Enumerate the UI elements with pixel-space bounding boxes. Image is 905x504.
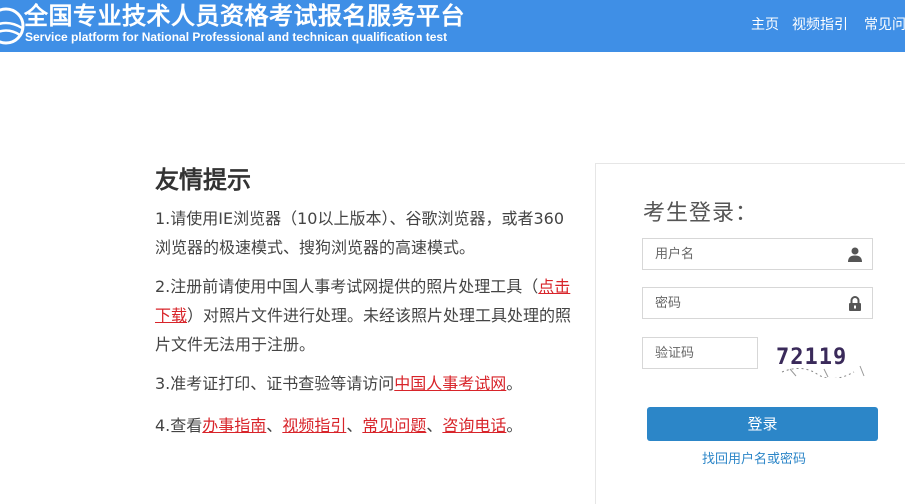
tip-help-end: 。: [506, 416, 523, 435]
login-button[interactable]: 登录: [647, 407, 878, 441]
login-title: 考生登录：: [643, 201, 759, 226]
guide-link[interactable]: 办事指南: [202, 416, 266, 435]
site-subtitle: Service platform for National Profession…: [25, 30, 448, 44]
separator: 、: [426, 416, 443, 435]
separator: 、: [346, 416, 363, 435]
username-field: [642, 238, 873, 270]
recover-account-link[interactable]: 找回用户名或密码: [702, 448, 806, 467]
captcha-field: [642, 337, 758, 369]
captcha-input[interactable]: [643, 338, 757, 368]
tip-help-text-a: 4.查看: [155, 416, 203, 435]
logo-globe-icon: [0, 7, 25, 45]
username-input[interactable]: [643, 239, 872, 269]
cpta-link[interactable]: 中国人事考试网: [394, 374, 506, 393]
tip-admission: 3.准考证打印、证书查验等请访问中国人事考试网。: [155, 369, 575, 398]
nav-faq[interactable]: 常见问: [864, 14, 905, 34]
video-guide-link[interactable]: 视频指引: [282, 416, 346, 435]
tips-title: 友情提示: [155, 166, 251, 194]
tip-admission-text-b: 。: [506, 374, 523, 393]
faq-link[interactable]: 常见问题: [362, 416, 426, 435]
tip-photo-text-b: ）对照片文件进行处理。未经该照片处理工具处理的照片文件无法用于注册。: [155, 306, 572, 354]
nav-video-guide[interactable]: 视频指引: [792, 14, 848, 34]
tip-admission-text-a: 3.准考证打印、证书查验等请访问: [155, 374, 395, 393]
captcha-text: 72119: [776, 345, 847, 370]
tip-help: 4.查看办事指南、视频指引、常见问题、咨询电话。: [155, 411, 575, 440]
captcha-image[interactable]: 72119: [772, 336, 872, 378]
site-title: 全国专业技术人员资格考试报名服务平台: [24, 2, 465, 30]
tip-photo-text-a: 2.注册前请使用中国人事考试网提供的照片处理工具（: [155, 277, 539, 296]
tip-browser-text: 1.请使用IE浏览器（10以上版本）、谷歌浏览器，或者360浏览器的极速模式、搜…: [155, 209, 564, 257]
header-bar: 全国专业技术人员资格考试报名服务平台 Service platform for …: [0, 0, 905, 52]
tip-photo-tool: 2.注册前请使用中国人事考试网提供的照片处理工具（点击下载）对照片文件进行处理。…: [155, 272, 575, 359]
separator: 、: [266, 416, 283, 435]
contact-phone-link[interactable]: 咨询电话: [442, 416, 506, 435]
password-field: [642, 287, 873, 319]
user-icon: [848, 247, 862, 262]
password-input[interactable]: [643, 288, 872, 318]
tip-browser: 1.请使用IE浏览器（10以上版本）、谷歌浏览器，或者360浏览器的极速模式、搜…: [155, 204, 575, 262]
lock-icon: [849, 296, 861, 311]
nav-home[interactable]: 主页: [751, 14, 779, 34]
